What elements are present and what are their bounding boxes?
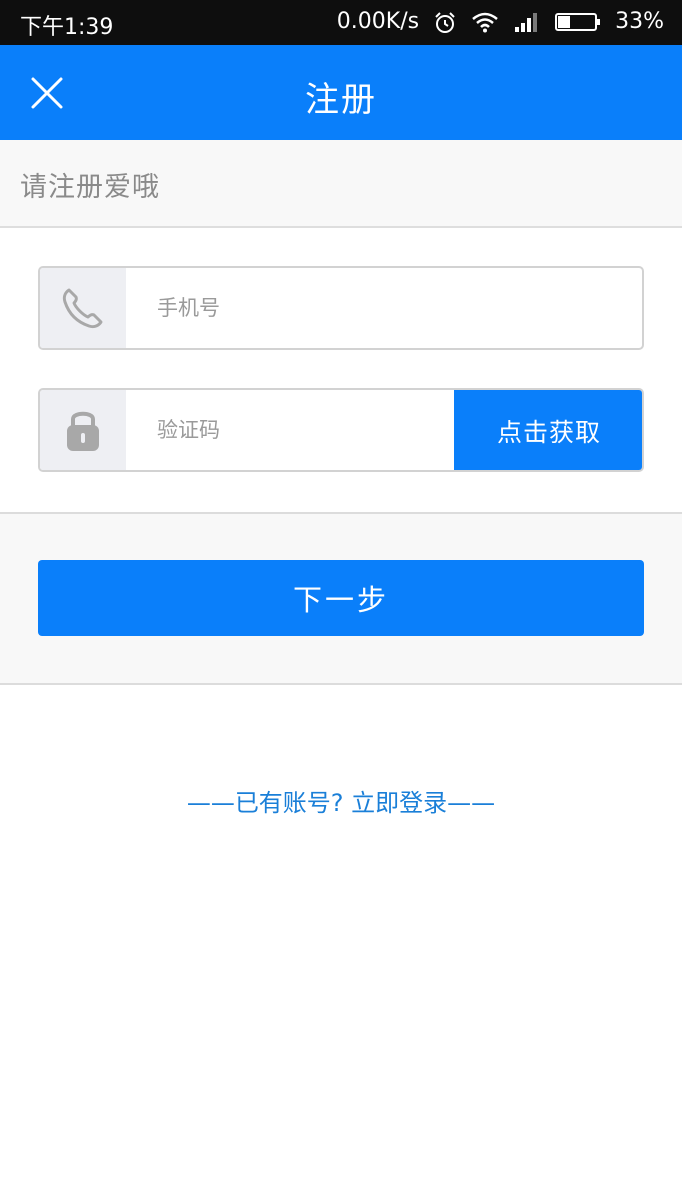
phone-icon bbox=[62, 288, 103, 329]
status-bar: 下午1:39 0.00K/s 33% bbox=[0, 0, 682, 45]
battery-percent: 33% bbox=[615, 9, 664, 34]
lock-icon-box bbox=[40, 390, 126, 470]
register-subtitle: 请注册爱哦 bbox=[20, 172, 160, 203]
phone-input[interactable] bbox=[126, 268, 642, 348]
next-button-band: 下一步 bbox=[0, 514, 682, 685]
next-button[interactable]: 下一步 bbox=[38, 560, 644, 636]
phone-field bbox=[38, 266, 644, 350]
login-link[interactable]: ——已有账号? 立即登录—— bbox=[0, 783, 682, 818]
register-form: 点击获取 bbox=[0, 228, 682, 514]
lock-icon bbox=[67, 411, 99, 451]
signal-icon bbox=[513, 11, 541, 33]
subtitle-band: 请注册爱哦 bbox=[0, 140, 682, 228]
page-title: 注册 bbox=[305, 80, 377, 120]
status-right-group: 0.00K/s 33% bbox=[337, 9, 664, 34]
register-screen: 下午1:39 0.00K/s 33% 注册 请注册爱哦 手机号 验证码 点击获取… bbox=[0, 0, 682, 1189]
network-speed: 0.00K/s bbox=[336, 9, 420, 34]
code-input[interactable] bbox=[126, 390, 456, 470]
code-field: 点击获取 bbox=[38, 388, 644, 472]
phone-icon-box bbox=[40, 268, 126, 348]
get-code-button[interactable]: 点击获取 bbox=[454, 390, 642, 470]
wifi-icon bbox=[471, 11, 499, 33]
alarm-icon bbox=[433, 11, 457, 33]
app-header: 注册 bbox=[0, 45, 682, 140]
status-time: 下午1:39 bbox=[20, 15, 114, 40]
battery-icon bbox=[555, 11, 601, 33]
